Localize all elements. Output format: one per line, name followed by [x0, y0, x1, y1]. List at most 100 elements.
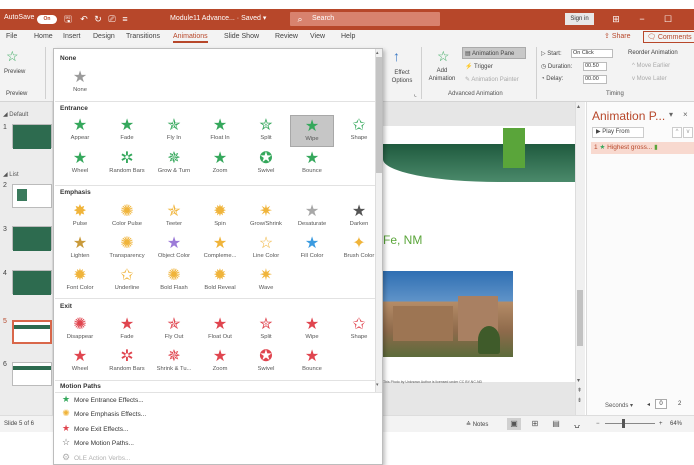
duration-input[interactable]: 00.50: [583, 62, 607, 71]
effect-exit-bounce[interactable]: ★ Bounce: [290, 346, 334, 378]
effect-entrance-zoom[interactable]: ★ Zoom: [198, 148, 242, 180]
add-animation-button[interactable]: Add Animation: [424, 67, 460, 83]
tab-insert[interactable]: Insert: [63, 33, 81, 40]
effect-emphasis-grow-shrink[interactable]: ✷ Grow/Shrink: [244, 201, 288, 233]
play-from-button[interactable]: ▶ Play From: [592, 127, 644, 138]
effect-emphasis-teeter[interactable]: ✯ Teeter: [152, 201, 196, 233]
section-default[interactable]: ◢ Default: [3, 111, 28, 118]
gallery-scroll-down-icon[interactable]: ▾: [376, 382, 379, 388]
effect-exit-zoom[interactable]: ★ Zoom: [198, 346, 242, 378]
effect-entrance-float-in[interactable]: ★ Float In: [198, 115, 242, 147]
effect-emphasis-color-pulse[interactable]: ✺ Color Pulse: [105, 201, 149, 233]
effect-emphasis-compleme[interactable]: ★ Compleme...: [198, 233, 242, 265]
start-dropdown[interactable]: On Click: [571, 49, 613, 58]
tab-file[interactable]: File: [6, 33, 17, 40]
scrollbar-thumb[interactable]: [577, 290, 583, 346]
tab-review[interactable]: Review: [275, 33, 298, 40]
maximize-icon[interactable]: ☐: [658, 12, 678, 26]
redo-icon[interactable]: ↻: [92, 13, 104, 25]
save-icon[interactable]: 🖫: [62, 13, 74, 25]
more-motion-paths[interactable]: ☆ More Motion Paths...: [60, 436, 134, 449]
effect-entrance-appear[interactable]: ★ Appear: [58, 115, 102, 147]
effect-entrance-fly-in[interactable]: ✯ Fly In: [152, 115, 196, 147]
move-earlier-button[interactable]: ^ Move Earlier: [632, 63, 670, 69]
zoom-slider[interactable]: [605, 423, 655, 424]
notes-button[interactable]: ≙ Notes: [466, 421, 488, 428]
effect-emphasis-pulse[interactable]: ✸ Pulse: [58, 201, 102, 233]
effect-options-button[interactable]: Effect Options: [389, 69, 415, 85]
effect-exit-random-bars[interactable]: ✲ Random Bars: [105, 346, 149, 378]
effect-entrance-swivel[interactable]: ✪ Swivel: [244, 148, 288, 180]
effect-entrance-wipe[interactable]: ★ Wipe: [290, 115, 334, 147]
effect-emphasis-bold-flash[interactable]: ✺ Bold Flash: [152, 265, 196, 297]
effect-exit-wipe[interactable]: ★ Wipe: [290, 314, 334, 346]
current-slide[interactable]: Fe, NM This Photo by Unknown Author is l…: [383, 126, 575, 384]
gallery-scroll-up-icon[interactable]: ▴: [376, 50, 379, 56]
effect-options-icon[interactable]: ↑: [393, 48, 400, 64]
undo-icon[interactable]: ↶: [78, 13, 90, 25]
slide-photo[interactable]: [383, 271, 513, 357]
effect-emphasis-font-color[interactable]: ✹ Font Color: [58, 265, 102, 297]
effect-exit-split[interactable]: ✮ Split: [244, 314, 288, 346]
tab-animations[interactable]: Animations: [173, 33, 208, 43]
more-emphasis-effects[interactable]: ✺ More Emphasis Effects...: [60, 407, 146, 420]
animation-painter-button[interactable]: ✎ Animation Painter: [465, 76, 519, 83]
comments-button[interactable]: 🗨 Comments: [643, 31, 694, 43]
zoom-slider-handle[interactable]: [622, 419, 625, 428]
timeline-left-icon[interactable]: ◂: [647, 401, 650, 408]
effect-entrance-fade[interactable]: ★ Fade: [105, 115, 149, 147]
tab-design[interactable]: Design: [93, 33, 115, 40]
effect-exit-fly-out[interactable]: ✯ Fly Out: [152, 314, 196, 346]
effect-emphasis-lighten[interactable]: ★ Lighten: [58, 233, 102, 265]
effect-emphasis-line-color[interactable]: ☆ Line Color: [244, 233, 288, 265]
present-icon[interactable]: ⎚: [106, 13, 118, 25]
effect-emphasis-bold-reveal[interactable]: ✹ Bold Reveal: [198, 265, 242, 297]
trigger-button[interactable]: ⚡ Trigger: [465, 63, 493, 70]
animation-list-item[interactable]: 1 ★ Highest gross... ▮: [591, 142, 694, 154]
effect-entrance-wheel[interactable]: ★ Wheel: [58, 148, 102, 180]
gallery-scrollbar-thumb[interactable]: [376, 57, 382, 173]
tab-view[interactable]: View: [310, 33, 325, 40]
effect-emphasis-wave[interactable]: ✷ Wave: [244, 265, 288, 297]
slide-thumbnail-3[interactable]: [12, 226, 52, 251]
effect-emphasis-desaturate[interactable]: ★ Desaturate: [290, 201, 334, 233]
dialog-launcher-icon[interactable]: ⌞: [414, 91, 417, 98]
minimize-icon[interactable]: −: [632, 12, 652, 26]
effect-entrance-split[interactable]: ✮ Split: [244, 115, 288, 147]
effect-none[interactable]: ★ None: [58, 67, 102, 99]
more-exit-effects[interactable]: ★ More Exit Effects...: [60, 422, 128, 435]
slide-thumbnail-5[interactable]: [12, 320, 52, 344]
zoom-level[interactable]: 64%: [670, 421, 682, 427]
preview-icon[interactable]: ☆: [6, 48, 19, 65]
document-title[interactable]: Module11 Advance... · Saved ▾: [170, 14, 266, 22]
slide-thumbnail-6[interactable]: [12, 362, 52, 386]
scroll-down-icon[interactable]: ▾: [577, 377, 580, 384]
zoom-out-icon[interactable]: −: [596, 421, 600, 427]
effect-exit-swivel[interactable]: ✪ Swivel: [244, 346, 288, 378]
search-box[interactable]: ⌕ Search: [290, 12, 440, 26]
ribbon-display-icon[interactable]: ⊞: [606, 12, 626, 26]
delay-input[interactable]: 00.00: [583, 75, 607, 84]
slide-thumbnail-1[interactable]: [12, 124, 52, 149]
effect-emphasis-transparency[interactable]: ✺ Transparency: [105, 233, 149, 265]
tab-slide-show[interactable]: Slide Show: [224, 33, 259, 40]
tab-home[interactable]: Home: [34, 33, 53, 40]
seconds-dropdown[interactable]: Seconds ▾: [605, 402, 633, 409]
autosave-toggle[interactable]: On: [37, 15, 57, 24]
effect-exit-fade[interactable]: ★ Fade: [105, 314, 149, 346]
slide-sorter-icon[interactable]: ⊞: [528, 418, 542, 430]
preview-button[interactable]: Preview: [4, 69, 25, 75]
close-icon[interactable]: ×: [683, 110, 688, 119]
effect-entrance-grow-turn[interactable]: ✵ Grow & Turn: [152, 148, 196, 180]
next-slide-icon[interactable]: ⇟: [577, 397, 582, 404]
previous-slide-icon[interactable]: ⇞: [577, 387, 582, 394]
slide-vertical-scrollbar[interactable]: [575, 102, 585, 415]
ole-action-verbs[interactable]: ⚙ OLE Action Verbs...: [60, 451, 130, 464]
slide-title[interactable]: Fe, NM: [383, 233, 422, 247]
effect-emphasis-underline[interactable]: ✩ Underline: [105, 265, 149, 297]
tab-transitions[interactable]: Transitions: [126, 33, 160, 40]
effect-exit-float-out[interactable]: ★ Float Out: [198, 314, 242, 346]
slide-show-icon[interactable]: ⍽: [570, 418, 584, 430]
normal-view-icon[interactable]: ▣: [507, 418, 521, 430]
section-list[interactable]: ◢ List: [3, 171, 19, 178]
